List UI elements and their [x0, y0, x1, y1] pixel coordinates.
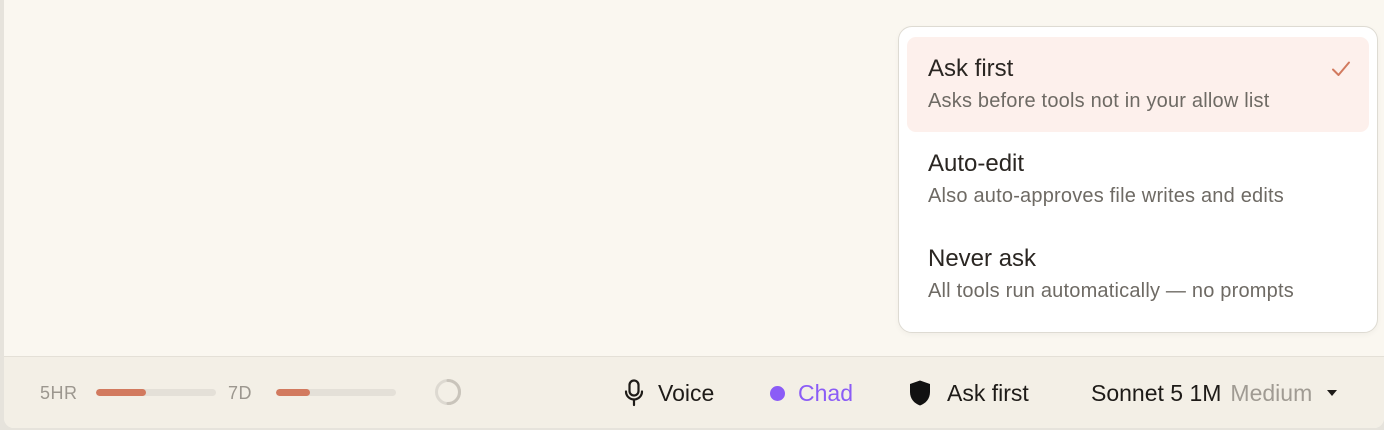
option-title: Never ask	[928, 245, 1037, 272]
model-name: Sonnet 5 1M	[1091, 379, 1222, 406]
permission-mode-button[interactable]: Ask first	[908, 377, 1029, 409]
model-selector[interactable]: Sonnet 5 1M Medium	[1091, 377, 1338, 409]
agent-label: Chad	[798, 379, 853, 406]
microphone-icon	[624, 379, 644, 407]
menu-option-auto-edit[interactable]: Auto-edit Also auto-approves file writes…	[907, 132, 1369, 227]
app-window: Ask first Asks before tools not in your …	[4, 0, 1384, 428]
voice-label: Voice	[658, 379, 715, 406]
agent-selector[interactable]: Chad	[770, 377, 853, 409]
menu-option-never-ask[interactable]: Never ask All tools run automatically — …	[907, 227, 1369, 322]
option-title: Ask first	[928, 55, 1014, 82]
usage-7d-bar	[276, 389, 396, 396]
option-description: Asks before tools not in your allow list	[928, 90, 1270, 112]
usage-5hr-label: 5HR	[40, 383, 78, 403]
option-description: All tools run automatically — no prompts	[928, 280, 1294, 302]
usage-7d-label: 7D	[228, 383, 253, 403]
model-effort: Medium	[1230, 379, 1313, 406]
checkmark-icon	[1332, 61, 1350, 76]
usage-5hr-fill	[96, 389, 147, 396]
permission-mode-label: Ask first	[947, 379, 1029, 406]
usage-5hr-bar	[96, 389, 216, 396]
status-bar: 5HR 7D Voice Chad Ask first Sonnet 5 1M …	[4, 356, 1384, 428]
spinner-icon	[435, 379, 461, 405]
agent-status-dot	[770, 385, 785, 401]
shield-icon	[910, 380, 930, 406]
option-description: Also auto-approves file writes and edits	[928, 185, 1284, 207]
voice-button[interactable]: Voice	[624, 377, 714, 409]
usage-7d-fill	[276, 389, 310, 396]
caret-down-icon	[1327, 390, 1338, 396]
menu-option-ask-first[interactable]: Ask first Asks before tools not in your …	[907, 37, 1369, 132]
permission-mode-menu: Ask first Asks before tools not in your …	[898, 26, 1378, 333]
option-title: Auto-edit	[928, 150, 1025, 177]
